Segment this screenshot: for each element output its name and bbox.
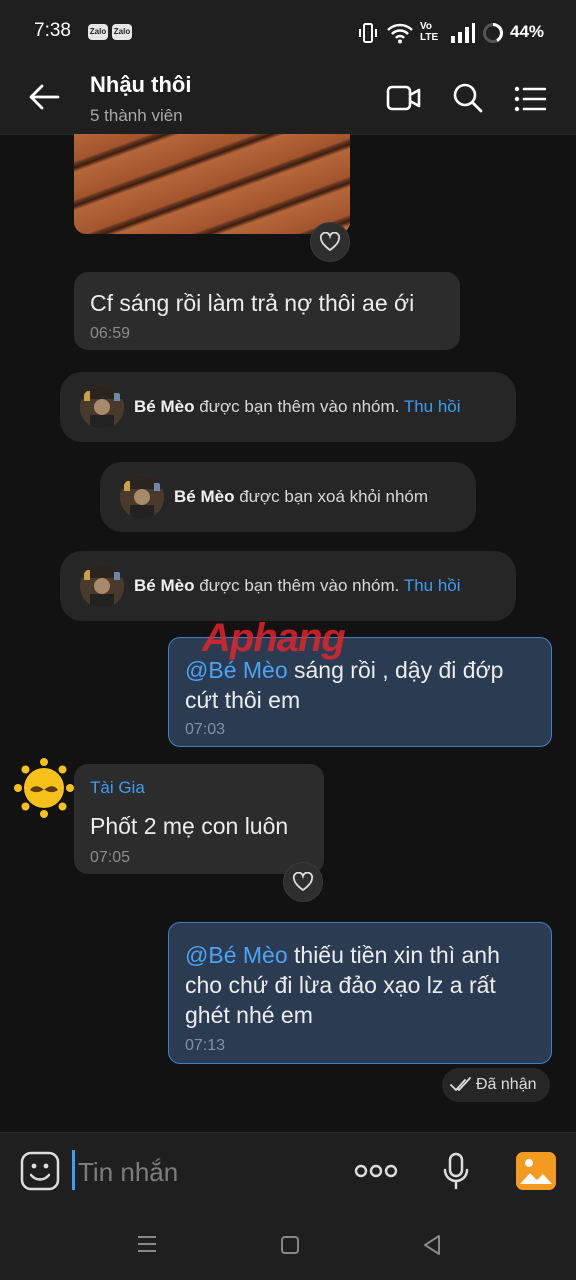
- notice-text: Bé Mèo được bạn xoá khỏi nhóm: [174, 487, 428, 507]
- search-icon[interactable]: [452, 82, 484, 119]
- message-text-line: ghét nhé em: [185, 1002, 313, 1028]
- zalo-notification-icon: Zalo: [88, 24, 108, 40]
- notice-text: Bé Mèo được bạn thêm vào nhóm. Thu hồi: [134, 397, 461, 417]
- message-text: @Bé Mèo thiếu tiền xin thì anh: [185, 940, 500, 970]
- sender-name[interactable]: Tài Gia: [90, 778, 145, 798]
- zalo-notification-icon: Zalo: [112, 24, 132, 40]
- react-heart-icon[interactable]: [310, 222, 350, 262]
- status-time: 7:38: [34, 20, 71, 41]
- member-count: 5 thành viên: [90, 106, 183, 125]
- back-arrow-icon[interactable]: [28, 84, 60, 115]
- wifi-icon: [386, 22, 414, 49]
- member-name[interactable]: Bé Mèo: [174, 487, 234, 506]
- recent-apps-icon[interactable]: [136, 1234, 158, 1259]
- home-icon[interactable]: [280, 1235, 300, 1260]
- member-name[interactable]: Bé Mèo: [134, 397, 194, 416]
- message-text-line: cứt thôi em: [185, 687, 301, 713]
- watermark-text: Aphang: [202, 616, 346, 660]
- more-options-icon[interactable]: [354, 1162, 398, 1185]
- text-cursor: [72, 1150, 75, 1190]
- menu-icon[interactable]: [514, 86, 547, 117]
- image-picker-icon[interactable]: [515, 1151, 557, 1196]
- battery-percent: 44%: [510, 22, 545, 41]
- chat-header: [0, 64, 576, 135]
- microphone-icon[interactable]: [442, 1152, 470, 1195]
- message-time: 06:59: [90, 325, 131, 342]
- message-input[interactable]: Tin nhắn: [78, 1157, 178, 1188]
- volte-label: Vo LTE: [420, 21, 439, 43]
- message-time: 07:03: [185, 721, 226, 738]
- avatar[interactable]: [120, 475, 164, 519]
- double-check-icon: [450, 1076, 472, 1099]
- sticker-icon[interactable]: [20, 1151, 60, 1196]
- message-text-line: thiếu tiền xin thì anh: [287, 942, 500, 968]
- message-time: 07:05: [90, 849, 131, 866]
- shared-photo[interactable]: [74, 134, 350, 234]
- react-heart-icon[interactable]: [283, 862, 323, 902]
- avatar[interactable]: [12, 756, 76, 825]
- delivery-status-text: Đã nhận: [476, 1076, 537, 1093]
- mention[interactable]: @Bé Mèo: [185, 942, 288, 968]
- message-text: Cf sáng rồi làm trả nợ thôi ae ới: [90, 290, 415, 316]
- video-call-icon[interactable]: [386, 84, 422, 117]
- notice-action: được bạn xoá khỏi nhóm: [234, 487, 429, 506]
- notice-action: được bạn thêm vào nhóm.: [194, 397, 404, 416]
- undo-link[interactable]: Thu hồi: [404, 397, 461, 416]
- notice-text: Bé Mèo được bạn thêm vào nhóm. Thu hồi: [134, 576, 461, 596]
- back-nav-icon[interactable]: [422, 1234, 442, 1261]
- avatar[interactable]: [80, 385, 124, 429]
- message-time: 07:13: [185, 1037, 226, 1054]
- message-text: Phốt 2 mẹ con luôn: [90, 813, 289, 839]
- avatar[interactable]: [80, 564, 124, 608]
- vibrate-icon: [358, 22, 378, 49]
- watermark: Aphang: [202, 616, 346, 661]
- member-name[interactable]: Bé Mèo: [134, 576, 194, 595]
- signal-icon: [450, 22, 476, 49]
- battery-icon: [482, 22, 504, 49]
- notice-action: được bạn thêm vào nhóm.: [194, 576, 404, 595]
- group-name[interactable]: Nhậu thôi: [90, 72, 191, 98]
- undo-link[interactable]: Thu hồi: [404, 576, 461, 595]
- message-text-line: cho chứ đi lừa đảo xạo lz a rất: [185, 972, 496, 998]
